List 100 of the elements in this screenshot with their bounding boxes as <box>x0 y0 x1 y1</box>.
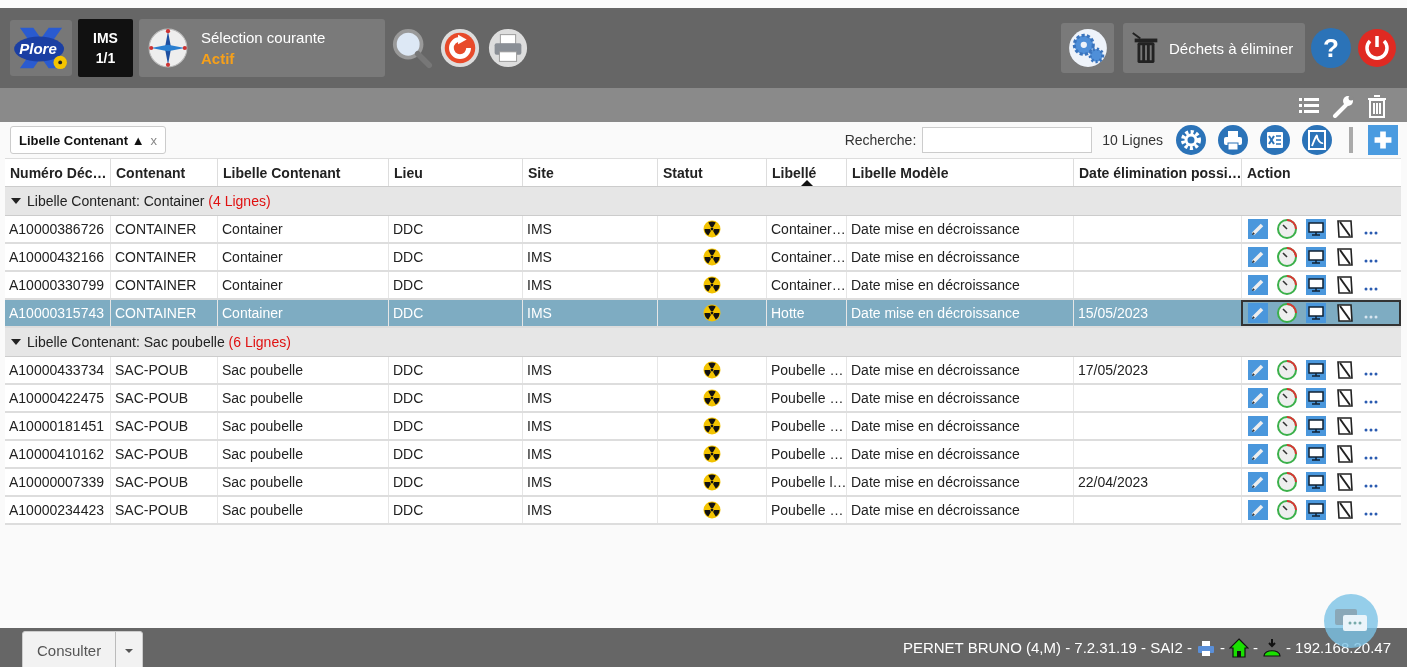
edit-icon[interactable] <box>1248 360 1268 380</box>
more-icon[interactable] <box>1364 259 1378 263</box>
more-icon[interactable] <box>1364 428 1378 432</box>
search-field[interactable] <box>922 127 1093 153</box>
wrench-icon[interactable] <box>1331 94 1355 118</box>
gauge-icon[interactable] <box>1277 444 1297 464</box>
table-row[interactable]: A10000422475 SAC-POUB Sac poubelle DDC IMS Poubelle … Date mise en décroissance <box>5 385 1401 413</box>
table-row[interactable]: A10000410162 SAC-POUB Sac poubelle DDC IMS Poubelle … Date mise en décroissance <box>5 441 1401 469</box>
site-selector[interactable]: IMS 1/1 <box>78 19 133 77</box>
caret-icon[interactable] <box>11 198 21 204</box>
table-cell: CONTAINER <box>115 221 197 237</box>
edit-icon[interactable] <box>1248 472 1268 492</box>
consult-button[interactable]: Consulter <box>22 631 144 667</box>
monitor-icon[interactable] <box>1306 303 1326 323</box>
radiation-icon <box>703 417 721 435</box>
notepad-icon[interactable] <box>1335 247 1355 267</box>
table-row[interactable]: A10000386726 CONTAINER Container DDC IMS Container… Date mise en décroissance <box>5 216 1401 244</box>
caret-icon[interactable] <box>11 339 21 345</box>
column-header[interactable]: Action <box>1241 159 1401 186</box>
table-row[interactable]: A10000234423 SAC-POUB Sac poubelle DDC IMS Poubelle … Date mise en décroissance <box>5 497 1401 525</box>
column-header[interactable]: Site <box>522 159 657 186</box>
excel-export-icon[interactable] <box>1259 124 1291 156</box>
column-header[interactable]: Libelle Contenant <box>217 159 388 186</box>
notepad-icon[interactable] <box>1335 360 1355 380</box>
gauge-icon[interactable] <box>1277 303 1297 323</box>
monitor-icon[interactable] <box>1306 275 1326 295</box>
caret-icon[interactable] <box>125 648 134 653</box>
monitor-icon[interactable] <box>1306 472 1326 492</box>
group-chip[interactable]: Libelle Contenant ▲ x <box>10 126 167 154</box>
edit-icon[interactable] <box>1248 500 1268 520</box>
notepad-icon[interactable] <box>1335 472 1355 492</box>
printer-icon[interactable] <box>487 27 529 69</box>
notepad-icon[interactable] <box>1335 416 1355 436</box>
table-cell: A10000234423 <box>9 502 104 518</box>
more-icon[interactable] <box>1364 231 1378 235</box>
more-icon[interactable] <box>1364 484 1378 488</box>
table-row[interactable]: A10000432166 CONTAINER Container DDC IMS Container… Date mise en décroissance <box>5 244 1401 272</box>
radiation-icon <box>703 445 721 463</box>
table-row[interactable]: A10000330799 CONTAINER Container DDC IMS Container… Date mise en décroissance <box>5 272 1401 300</box>
column-header[interactable]: Statut <box>657 159 766 186</box>
monitor-icon[interactable] <box>1306 219 1326 239</box>
edit-icon[interactable] <box>1248 275 1268 295</box>
column-header[interactable]: Libelle Modèle <box>846 159 1073 186</box>
remove-group-button[interactable]: x <box>150 132 158 148</box>
monitor-icon[interactable] <box>1306 388 1326 408</box>
notepad-icon[interactable] <box>1335 219 1355 239</box>
selection-button[interactable]: Sélection courante Actif <box>139 19 385 77</box>
column-header[interactable]: Numéro Déc… <box>5 159 110 186</box>
more-icon[interactable] <box>1364 512 1378 516</box>
more-icon[interactable] <box>1364 287 1378 291</box>
gauge-icon[interactable] <box>1277 247 1297 267</box>
app-logo[interactable]: Plore <box>10 20 72 76</box>
settings-icon[interactable] <box>1175 124 1207 156</box>
notepad-icon[interactable] <box>1335 444 1355 464</box>
help-button[interactable]: ? <box>1311 28 1351 68</box>
notepad-icon[interactable] <box>1335 500 1355 520</box>
table-row[interactable]: A10000433734 SAC-POUB Sac poubelle DDC IMS Poubelle … Date mise en décroissance 17/05/2023 <box>5 357 1401 385</box>
gauge-icon[interactable] <box>1277 219 1297 239</box>
column-header[interactable]: Lieu <box>388 159 522 186</box>
search-icon[interactable] <box>391 27 433 69</box>
table-cell: Poubelle … <box>771 418 844 434</box>
settings-button[interactable] <box>1061 23 1114 73</box>
edit-icon[interactable] <box>1248 219 1268 239</box>
notepad-icon[interactable] <box>1335 388 1355 408</box>
monitor-icon[interactable] <box>1306 247 1326 267</box>
edit-icon[interactable] <box>1248 303 1268 323</box>
refresh-icon[interactable] <box>439 27 481 69</box>
notepad-icon[interactable] <box>1335 275 1355 295</box>
edit-icon[interactable] <box>1248 444 1268 464</box>
gauge-icon[interactable] <box>1277 500 1297 520</box>
column-header[interactable]: Contenant <box>110 159 217 186</box>
table-row[interactable]: A10000181451 SAC-POUB Sac poubelle DDC IMS Poubelle … Date mise en décroissance <box>5 413 1401 441</box>
trash-icon[interactable] <box>1365 94 1389 118</box>
monitor-icon[interactable] <box>1306 444 1326 464</box>
power-button[interactable] <box>1357 28 1397 68</box>
monitor-icon[interactable] <box>1306 360 1326 380</box>
table-row[interactable]: A10000007339 SAC-POUB Sac poubelle DDC IMS Poubelle l… Date mise en décroissance 22/04/2023 <box>5 469 1401 497</box>
table-cell: IMS <box>527 418 552 434</box>
edit-icon[interactable] <box>1248 247 1268 267</box>
gauge-icon[interactable] <box>1277 388 1297 408</box>
gauge-icon[interactable] <box>1277 472 1297 492</box>
group-row[interactable]: Libelle Contenant: Container (4 Lignes) <box>5 187 1401 216</box>
more-icon[interactable] <box>1364 456 1378 460</box>
group-row[interactable]: Libelle Contenant: Sac poubelle (6 Lignes) <box>5 328 1401 357</box>
gauge-icon[interactable] <box>1277 416 1297 436</box>
edit-icon[interactable] <box>1248 388 1268 408</box>
column-header[interactable]: Date élimination possi… <box>1073 159 1241 186</box>
gauge-icon[interactable] <box>1277 275 1297 295</box>
more-icon[interactable] <box>1364 400 1378 404</box>
gauge-icon[interactable] <box>1277 360 1297 380</box>
more-icon[interactable] <box>1364 372 1378 376</box>
pdf-export-icon[interactable] <box>1301 124 1333 156</box>
monitor-icon[interactable] <box>1306 500 1326 520</box>
edit-icon[interactable] <box>1248 416 1268 436</box>
table-cell: Sac poubelle <box>222 390 303 406</box>
print-icon[interactable] <box>1217 124 1249 156</box>
notepad-icon[interactable] <box>1335 303 1355 323</box>
add-button[interactable] <box>1367 125 1399 155</box>
waste-button[interactable]: Déchets à éliminer <box>1123 23 1305 73</box>
monitor-icon[interactable] <box>1306 416 1326 436</box>
